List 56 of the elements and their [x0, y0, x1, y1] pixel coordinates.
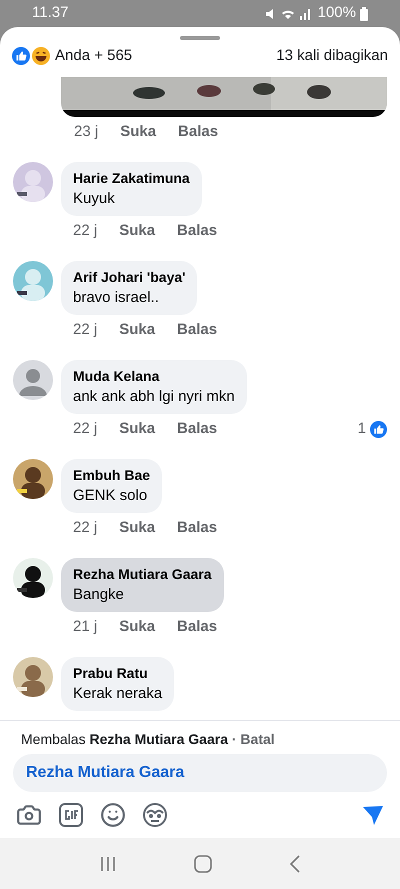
comment-author[interactable]: Arif Johari 'baya': [73, 267, 186, 287]
comment-bubble[interactable]: Muda Kelana ank ank abh lgi nyri mkn: [61, 360, 247, 414]
reply-link[interactable]: Balas: [177, 418, 218, 440]
shares-count[interactable]: 13 kali dibagikan: [276, 44, 388, 68]
comment-bubble[interactable]: Prabu Ratu Kerak neraka: [61, 657, 174, 711]
comment-text: Kuyuk: [73, 189, 116, 209]
comment-text: Kerak neraka: [73, 684, 162, 704]
sticker-face-icon[interactable]: [142, 802, 168, 828]
comment-bubble[interactable]: Rezha Mutiara Gaara Bangke: [61, 558, 224, 612]
comment-author[interactable]: Harie Zakatimuna: [73, 168, 190, 188]
comment-time: 23 j: [74, 122, 98, 142]
comment-bubble[interactable]: Harie Zakatimuna Kuyuk: [61, 162, 202, 216]
like-link[interactable]: Suka: [119, 318, 156, 342]
drag-handle[interactable]: [180, 36, 220, 40]
reply-link[interactable]: Balas: [177, 220, 218, 242]
laughing-emoji-icon: [32, 47, 50, 65]
comment-time: 22 j: [73, 518, 98, 538]
comment-author[interactable]: Muda Kelana: [73, 366, 235, 386]
comment-author[interactable]: Embuh Bae: [73, 465, 150, 485]
reactions-count[interactable]: Anda + 565: [55, 44, 132, 68]
comment-text: GENK solo: [73, 486, 148, 506]
comment-time: 22 j: [73, 220, 98, 241]
comment-time: 22 j: [73, 418, 98, 439]
like-count: 1: [358, 418, 366, 439]
like-link[interactable]: Suka: [119, 516, 156, 540]
smiley-icon[interactable]: [100, 802, 126, 828]
comment-text: ank ank abh lgi nyri mkn: [73, 387, 235, 407]
default-avatar-icon: [13, 360, 53, 400]
comment-text: Bangke: [73, 585, 125, 605]
battery-percent: 100%: [318, 3, 356, 24]
replying-to-text: Membalas Rezha Mutiara Gaara · Batal: [20, 730, 276, 749]
reply-link[interactable]: Balas: [177, 516, 218, 540]
reply-link[interactable]: Balas: [178, 120, 218, 144]
comment-text: bravo israel..: [73, 288, 160, 308]
thumbs-up-icon: [370, 420, 387, 438]
like-link[interactable]: Suka: [120, 120, 156, 144]
home-icon[interactable]: [194, 854, 212, 872]
recent-apps-icon[interactable]: [98, 856, 117, 872]
comment-author[interactable]: Prabu Ratu: [73, 663, 162, 683]
reply-link[interactable]: Balas: [177, 616, 218, 638]
send-icon[interactable]: [361, 803, 385, 827]
comment-author[interactable]: Rezha Mutiara Gaara: [73, 564, 212, 584]
comment-bubble[interactable]: Arif Johari 'baya' bravo israel..: [61, 261, 198, 315]
like-link[interactable]: Suka: [119, 418, 156, 440]
thumbs-up-icon: [12, 47, 30, 65]
reply-link[interactable]: Balas: [177, 318, 218, 342]
comment-input[interactable]: Rezha Mutiara Gaara: [13, 754, 387, 792]
gif-icon[interactable]: [58, 802, 84, 828]
comment-bubble[interactable]: Embuh Bae GENK solo: [61, 459, 162, 513]
like-link[interactable]: Suka: [119, 220, 156, 242]
comment-time: 22 j: [73, 320, 98, 340]
battery-icon: [360, 6, 368, 20]
comment-time: 21 j: [73, 616, 98, 637]
status-time: 11.37: [32, 3, 68, 24]
back-icon[interactable]: [289, 854, 302, 872]
like-link[interactable]: Suka: [119, 616, 156, 638]
